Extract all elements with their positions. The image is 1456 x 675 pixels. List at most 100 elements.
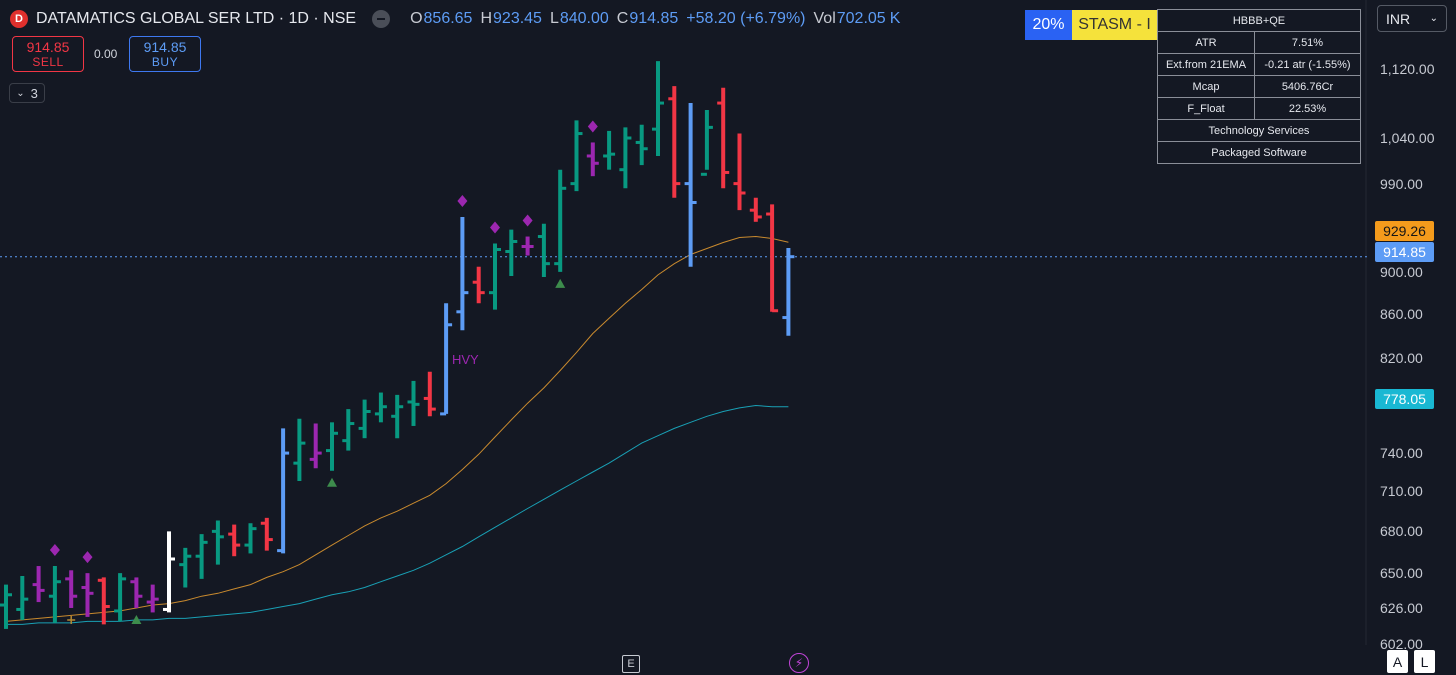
- stage-badge: STASM - I: [1072, 10, 1157, 40]
- sell-price: 914.85: [26, 39, 70, 55]
- ohlc-bar: [668, 86, 681, 198]
- diamond-signal-icon: [522, 214, 533, 227]
- stats-row: F_Float 22.53%: [1157, 97, 1361, 120]
- ohlc-bar: [48, 566, 61, 623]
- hvy-annotation: HVY: [452, 352, 479, 367]
- ohlc-bar: [684, 103, 697, 267]
- earnings-marker[interactable]: E: [622, 655, 640, 673]
- lightning-icon[interactable]: ⚡︎: [789, 653, 809, 673]
- indicators-count: 3: [30, 85, 38, 101]
- ohlc-bar: [717, 87, 730, 189]
- ohlc-bar: [766, 204, 779, 313]
- symbol-title[interactable]: DATAMATICS GLOBAL SER LTD · 1D · NSE: [36, 10, 356, 28]
- ohlc-bar: [228, 524, 241, 557]
- high-label: H: [480, 10, 493, 27]
- percent-badge: 20%: [1025, 10, 1072, 40]
- buy-label: BUY: [151, 55, 179, 69]
- ohlc-bar: [146, 584, 159, 613]
- stats-row: Mcap 5406.76Cr: [1157, 75, 1361, 98]
- chevron-down-icon: ⌄: [16, 87, 25, 99]
- price-bars: [0, 61, 795, 629]
- ohlc-bar: [391, 394, 404, 439]
- ohlc-bar: [32, 566, 45, 603]
- price-axis-label: 990.00: [1380, 175, 1423, 192]
- diamond-signal-icon: [82, 551, 93, 564]
- triangle-signal-icon: [555, 278, 566, 288]
- spread-value: 0.00: [94, 47, 118, 61]
- ohlc-bar: [619, 127, 632, 189]
- price-axis-label: 900.00: [1380, 263, 1423, 280]
- currency-value: INR: [1386, 10, 1411, 27]
- stats-row: Ext.from 21EMA -0.21 atr (-1.55%): [1157, 53, 1361, 76]
- ohlc-bar: [407, 380, 420, 426]
- signal-markers: [49, 120, 598, 624]
- ohlc-bar: [456, 216, 469, 331]
- ohlc-bar: [130, 577, 143, 608]
- indicators-toggle-button[interactable]: ⌄ 3: [9, 83, 45, 103]
- low-label: L: [549, 10, 559, 27]
- diamond-signal-icon: [457, 194, 468, 207]
- sma50-line: [6, 404, 789, 625]
- ohlc-bar: [635, 124, 648, 166]
- ohlc-bar: [749, 197, 762, 222]
- price-axis-label: 1,120.00: [1380, 61, 1435, 78]
- ohlc-bar: [521, 236, 534, 256]
- sell-button[interactable]: 914.85 SELL: [12, 36, 84, 72]
- auto-scale-button[interactable]: A: [1387, 650, 1408, 673]
- stats-value: -0.21 atr (-1.55%): [1254, 53, 1361, 76]
- price-axis-label: 650.00: [1380, 565, 1423, 582]
- price-axis-label: 680.00: [1380, 523, 1423, 540]
- buy-button[interactable]: 914.85 BUY: [129, 36, 201, 72]
- ohlc-bar: [326, 422, 338, 471]
- ohlc-bar: [0, 584, 12, 629]
- stats-title: HBBB+QE: [1157, 9, 1361, 32]
- volume-label: Vol: [813, 10, 836, 27]
- stats-value: 22.53%: [1254, 97, 1361, 120]
- ohlc-bar: [293, 418, 306, 482]
- price-axis-label: 1,040.00: [1380, 130, 1435, 146]
- stats-key: Ext.from 21EMA: [1157, 53, 1255, 76]
- open-label: O: [410, 10, 423, 27]
- ohlc-bar: [652, 61, 664, 156]
- log-scale-button[interactable]: L: [1414, 650, 1435, 673]
- stats-key: Mcap: [1157, 75, 1255, 98]
- diamond-signal-icon: [490, 221, 500, 234]
- ohlc-bar: [586, 142, 599, 177]
- stats-row: ATR 7.51%: [1157, 31, 1361, 54]
- ohlc-bar: [179, 547, 192, 588]
- ohlc-bar: [81, 573, 94, 617]
- price-axis-label: 820.00: [1380, 350, 1423, 366]
- ohlc-bar: [163, 531, 175, 613]
- open-value: 856.65: [423, 10, 473, 27]
- ohlc-bar: [195, 534, 208, 579]
- ohlc-bar: [603, 130, 616, 170]
- triangle-signal-icon: [327, 477, 337, 487]
- close-value: 914.85: [629, 10, 679, 27]
- ohlc-bar: [733, 133, 746, 211]
- price-axis-label: 710.00: [1380, 483, 1423, 500]
- stats-key: ATR: [1157, 31, 1255, 54]
- volume-unit: K: [889, 10, 901, 27]
- industry-row: Packaged Software: [1157, 141, 1361, 164]
- hide-legend-icon[interactable]: [372, 10, 391, 28]
- sma50-price-tag: 778.05: [1375, 389, 1434, 409]
- ohlc-bar: [440, 303, 453, 416]
- chevron-down-icon: ⌄: [1429, 13, 1438, 24]
- ohlc-bar: [309, 423, 322, 469]
- sector-value: Technology Services: [1157, 119, 1361, 142]
- close-label: C: [616, 10, 629, 27]
- ohlc-bar: [374, 392, 387, 423]
- sector-row: Technology Services: [1157, 119, 1361, 142]
- currency-select[interactable]: INR ⌄: [1377, 5, 1447, 32]
- stats-key: F_Float: [1157, 97, 1255, 120]
- diamond-signal-icon: [49, 544, 60, 557]
- ohlc-bar: [423, 371, 436, 417]
- ohlc-bar: [358, 399, 371, 439]
- ohlc-bar: [700, 109, 713, 176]
- price-axis-label: 626.00: [1380, 600, 1423, 616]
- ohlc-bar: [65, 570, 78, 608]
- stats-value: 7.51%: [1254, 31, 1361, 54]
- last-price-tag: 914.85: [1375, 242, 1434, 262]
- ohlc-bar: [537, 223, 550, 278]
- industry-value: Packaged Software: [1157, 141, 1361, 164]
